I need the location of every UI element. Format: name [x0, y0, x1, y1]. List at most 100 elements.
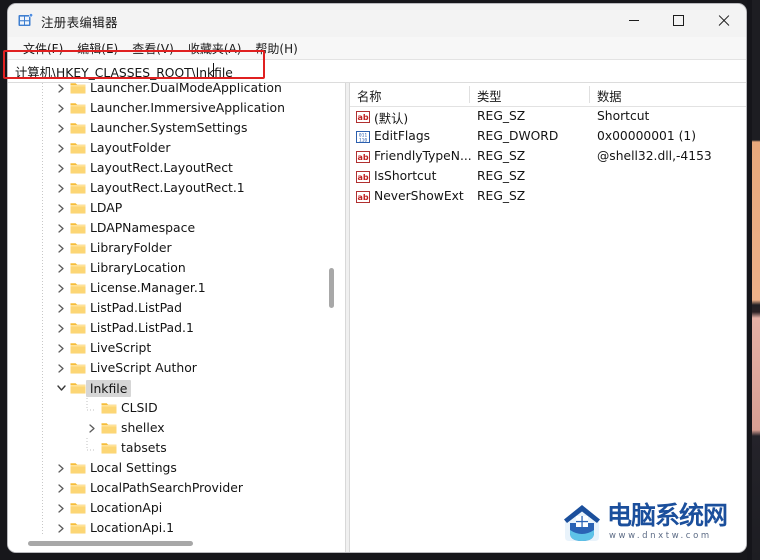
tree-item-locationapi-1[interactable]: LocationApi.1 — [8, 518, 338, 535]
chevron-right-icon[interactable] — [54, 458, 68, 478]
chevron-right-icon[interactable] — [54, 338, 68, 358]
tree-vertical-scrollbar-thumb[interactable] — [329, 268, 334, 308]
chevron-right-icon[interactable] — [54, 98, 68, 118]
chevron-right-icon[interactable] — [54, 498, 68, 518]
value-type: REG_SZ — [477, 149, 526, 163]
minimize-button[interactable] — [611, 4, 656, 37]
folder-icon — [70, 281, 86, 294]
tree-item-locationapi[interactable]: LocationApi — [8, 498, 338, 518]
value-row[interactable]: ab (默认) REG_SZ Shortcut — [350, 107, 746, 127]
column-header-type[interactable]: 类型 — [477, 87, 502, 105]
tree-item-label: LDAPNamespace — [90, 220, 196, 235]
tree-item-layoutfolder[interactable]: LayoutFolder — [8, 138, 338, 158]
tree-item-local-settings[interactable]: Local Settings — [8, 458, 338, 478]
tree-horizontal-scrollbar-thumb[interactable] — [28, 541, 193, 546]
registry-values-pane[interactable]: 名称 类型 数据 ab (默认) REG_SZ Shortcut 011 110 EditF… — [350, 83, 746, 552]
tree-item-layoutrect-layoutrect[interactable]: LayoutRect.LayoutRect — [8, 158, 338, 178]
chevron-right-icon[interactable] — [54, 518, 68, 535]
chevron-right-icon[interactable] — [54, 118, 68, 138]
tree-item-license-manager-1[interactable]: License.Manager.1 — [8, 278, 338, 298]
menu-favorites[interactable]: 收藏夹(A) — [181, 38, 249, 59]
tree-item-label: LibraryFolder — [90, 240, 172, 255]
chevron-down-icon[interactable] — [54, 378, 68, 398]
text-caret — [213, 63, 214, 78]
value-name: FriendlyTypeN... — [374, 149, 472, 163]
values-list[interactable]: ab (默认) REG_SZ Shortcut 011 110 EditFlags REG_D… — [350, 107, 746, 207]
value-row[interactable]: 011 110 EditFlags REG_DWORD 0x00000001 (1) — [350, 127, 746, 147]
tree-item-listpad-listpad[interactable]: ListPad.ListPad — [8, 298, 338, 318]
chevron-right-icon[interactable] — [54, 218, 68, 238]
column-header-data[interactable]: 数据 — [597, 87, 622, 105]
chevron-right-icon[interactable] — [85, 418, 99, 438]
tree-item-label: CLSID — [121, 400, 158, 415]
tree-item-shellex[interactable]: shellex — [8, 418, 338, 438]
address-bar[interactable]: 计算机\HKEY_CLASSES_ROOT\lnkfile — [8, 59, 746, 83]
chevron-right-icon[interactable] — [54, 138, 68, 158]
tree-horizontal-scrollbar[interactable] — [8, 538, 337, 549]
folder-icon — [70, 241, 86, 254]
menu-edit[interactable]: 编辑(E) — [70, 38, 125, 59]
value-data: Shortcut — [597, 109, 650, 123]
tree-item-livescript[interactable]: LiveScript — [8, 338, 338, 358]
tree-item-tabsets[interactable]: tabsets — [8, 438, 338, 458]
menu-help[interactable]: 帮助(H) — [248, 38, 304, 59]
tree-item-launcher-systemsettings[interactable]: Launcher.SystemSettings — [8, 118, 338, 138]
maximize-button[interactable] — [656, 4, 701, 37]
folder-icon — [70, 341, 86, 354]
value-name: NeverShowExt — [374, 189, 464, 203]
tree-item-lnkfile[interactable]: lnkfile — [8, 378, 338, 398]
tree-item-localpathsearchprovider[interactable]: LocalPathSearchProvider — [8, 478, 338, 498]
tree-item-label: LocalPathSearchProvider — [90, 480, 243, 495]
tree-item-clsid[interactable]: CLSID — [8, 398, 338, 418]
watermark: 电脑系统网 www.dnxtw.com — [561, 500, 736, 546]
tree-item-listpad-listpad-1[interactable]: ListPad.ListPad.1 — [8, 318, 338, 338]
chevron-right-icon[interactable] — [54, 198, 68, 218]
close-button[interactable] — [701, 4, 746, 37]
chevron-right-icon[interactable] — [54, 278, 68, 298]
folder-icon — [70, 361, 86, 374]
tree-leaf-connector-icon — [85, 398, 99, 418]
tree-item-ldapnamespace[interactable]: LDAPNamespace — [8, 218, 338, 238]
chevron-right-icon[interactable] — [54, 298, 68, 318]
folder-icon — [70, 321, 86, 334]
menu-file[interactable]: 文件(F) — [16, 38, 70, 59]
chevron-right-icon[interactable] — [54, 318, 68, 338]
menu-view[interactable]: 查看(V) — [125, 38, 181, 59]
value-row[interactable]: ab NeverShowExt REG_SZ — [350, 187, 746, 207]
tree-item-label: LibraryLocation — [90, 260, 186, 275]
chevron-right-icon[interactable] — [54, 258, 68, 278]
tree-item-label: Launcher.ImmersiveApplication — [90, 100, 285, 115]
folder-icon — [70, 381, 86, 394]
tree-item-launcher-dualmodeapplication[interactable]: Launcher.DualModeApplication — [8, 83, 338, 98]
column-header-name[interactable]: 名称 — [357, 87, 382, 105]
registry-tree-pane[interactable]: Launcher.DualModeApplication Launcher.Imm… — [8, 83, 345, 552]
registry-editor-icon — [17, 12, 34, 29]
tree-item-libraryfolder[interactable]: LibraryFolder — [8, 238, 338, 258]
tree-item-label: Launcher.SystemSettings — [90, 120, 248, 135]
tree-vertical-scrollbar[interactable] — [326, 83, 337, 535]
tree-item-librarylocation[interactable]: LibraryLocation — [8, 258, 338, 278]
value-row[interactable]: ab IsShortcut REG_SZ — [350, 167, 746, 187]
right-edge-strip — [752, 0, 760, 560]
tree-item-livescript-author[interactable]: LiveScript Author — [8, 358, 338, 378]
value-row[interactable]: ab FriendlyTypeN... REG_SZ @shell32.dll,-41… — [350, 147, 746, 167]
tree-leaf-connector-icon — [85, 438, 99, 458]
chevron-right-icon[interactable] — [54, 158, 68, 178]
string-value-icon: ab — [356, 150, 370, 164]
tree-item-ldap[interactable]: LDAP — [8, 198, 338, 218]
column-separator[interactable] — [589, 86, 590, 103]
value-name: EditFlags — [374, 129, 431, 143]
chevron-right-icon[interactable] — [54, 358, 68, 378]
tree-item-label: LayoutFolder — [90, 140, 171, 155]
tree-item-launcher-immersiveapplication[interactable]: Launcher.ImmersiveApplication — [8, 98, 338, 118]
chevron-right-icon[interactable] — [54, 478, 68, 498]
tree-item-label: License.Manager.1 — [90, 280, 206, 295]
chevron-right-icon[interactable] — [54, 83, 68, 98]
tree-item-layoutrect-layoutrect-1[interactable]: LayoutRect.LayoutRect.1 — [8, 178, 338, 198]
chevron-right-icon[interactable] — [54, 178, 68, 198]
tree-item-label: Launcher.DualModeApplication — [90, 83, 282, 95]
chevron-right-icon[interactable] — [54, 238, 68, 258]
window-title: 注册表编辑器 — [41, 15, 118, 30]
registry-tree[interactable]: Launcher.DualModeApplication Launcher.Imm… — [8, 83, 345, 535]
column-separator[interactable] — [469, 86, 470, 103]
